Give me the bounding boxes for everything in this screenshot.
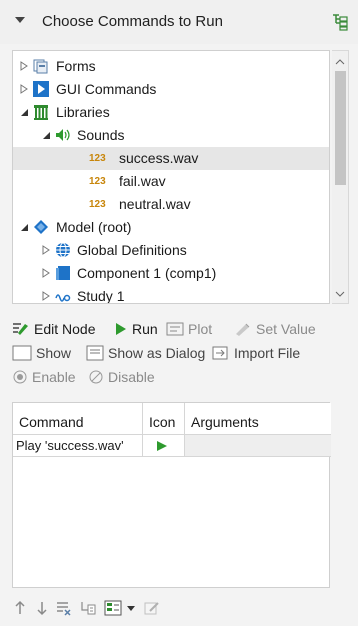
edit-node-icon: [13, 323, 28, 335]
disable-icon: [89, 370, 103, 384]
tree-item-label: GUI Commands: [56, 81, 157, 97]
forms-icon: [33, 59, 48, 74]
tree-item-label: Sounds: [77, 127, 125, 143]
command-tree[interactable]: Forms GUI Commands Libraries Sounds 123 …: [12, 50, 330, 304]
tree-item-label: Study 1: [77, 288, 125, 304]
tree-item-label: Component 1 (comp1): [77, 265, 217, 281]
show-as-dialog-label: Show as Dialog: [108, 345, 206, 361]
scroll-down-icon[interactable]: [335, 289, 345, 299]
disable-label: Disable: [108, 369, 155, 385]
enable-label: Enable: [32, 369, 76, 385]
tree-item-libraries[interactable]: Libraries: [13, 101, 329, 124]
expand-arrow-icon[interactable]: [41, 291, 51, 301]
scroll-thumb[interactable]: [335, 71, 346, 185]
tree-item-label: Forms: [56, 58, 96, 74]
collapse-arrow-icon[interactable]: [19, 107, 29, 117]
delete-rows-icon[interactable]: [56, 600, 72, 616]
tree-item-component-1[interactable]: Component 1 (comp1): [13, 262, 329, 285]
show-label: Show: [36, 345, 72, 361]
set-value-icon: [236, 323, 250, 336]
speaker-icon: [56, 129, 70, 141]
commands-table[interactable]: Command Icon Arguments Play 'success.wav…: [12, 402, 331, 588]
collapse-arrow-icon[interactable]: [19, 222, 29, 232]
set-value-label: Set Value: [256, 321, 316, 337]
enable-button[interactable]: Enable: [12, 366, 76, 388]
tree-item-label: Libraries: [56, 104, 110, 120]
expand-arrow-icon[interactable]: [19, 61, 29, 71]
collapse-caret-icon[interactable]: [14, 14, 26, 26]
number-badge-icon: 123: [89, 199, 106, 210]
collapse-arrow-icon[interactable]: [41, 130, 51, 140]
tree-item-label: Model (root): [56, 219, 132, 235]
run-label: Run: [132, 321, 158, 337]
command-tree-icon[interactable]: [331, 13, 349, 31]
number-badge-icon: 123: [89, 176, 106, 187]
table-cell-command[interactable]: Play 'success.wav': [13, 435, 143, 457]
tree-item-label: fail.wav: [119, 173, 166, 189]
play-icon: [116, 323, 126, 335]
gui-commands-icon: [33, 81, 49, 97]
table-toolbar: [12, 598, 252, 620]
expand-arrow-icon[interactable]: [41, 245, 51, 255]
tree-item-label: Global Definitions: [77, 242, 187, 258]
import-file-button[interactable]: Import File: [212, 342, 300, 364]
globe-icon: [56, 242, 70, 258]
dropdown-arrow-icon[interactable]: [126, 600, 136, 616]
tree-scrollbar[interactable]: [332, 50, 349, 304]
show-as-dialog-button[interactable]: Show as Dialog: [86, 342, 205, 364]
move-up-icon[interactable]: [12, 600, 28, 616]
edit-node-label: Edit Node: [34, 321, 96, 337]
import-file-icon: [212, 346, 228, 360]
study-icon: [55, 294, 71, 302]
run-button[interactable]: Run: [114, 318, 158, 340]
expand-arrow-icon[interactable]: [41, 268, 51, 278]
section-header[interactable]: Choose Commands to Run: [0, 0, 358, 44]
disable-button[interactable]: Disable: [88, 366, 155, 388]
section-title: Choose Commands to Run: [42, 13, 223, 30]
tree-item-label: success.wav: [119, 150, 199, 166]
column-header-command[interactable]: Command: [13, 403, 143, 435]
model-root-icon: [34, 220, 48, 234]
dialog-icon: [86, 345, 104, 361]
plot-label: Plot: [188, 321, 213, 337]
insert-row-icon[interactable]: [80, 600, 96, 616]
command-toolbar: Edit Node Run Plot Set Value Show Show a…: [12, 318, 352, 385]
tree-item-neutral-wav[interactable]: 123 neutral.wav: [13, 193, 329, 216]
libraries-icon: [34, 105, 48, 120]
table-cell-arguments[interactable]: [185, 435, 331, 457]
expand-arrow-icon[interactable]: [19, 84, 29, 94]
tree-item-fail-wav[interactable]: 123 fail.wav: [13, 170, 329, 193]
plot-button[interactable]: Plot: [166, 318, 212, 340]
play-icon: [157, 441, 167, 451]
plot-icon: [166, 322, 184, 336]
scroll-up-icon[interactable]: [335, 57, 345, 67]
tree-item-sounds[interactable]: Sounds: [13, 124, 329, 147]
tree-item-label: neutral.wav: [119, 196, 191, 212]
column-header-icon[interactable]: Icon: [143, 403, 185, 435]
tree-item-model-root[interactable]: Model (root): [13, 216, 329, 239]
import-file-label: Import File: [234, 345, 301, 361]
enable-icon: [13, 370, 27, 384]
column-header-arguments[interactable]: Arguments: [185, 403, 331, 435]
tree-item-forms[interactable]: Forms: [13, 55, 329, 78]
show-icon: [12, 345, 32, 361]
table-cell-icon[interactable]: [143, 435, 185, 457]
tree-item-success-wav[interactable]: 123 success.wav: [13, 147, 329, 170]
move-down-icon[interactable]: [34, 600, 50, 616]
add-command-icon[interactable]: [104, 600, 122, 616]
edit-disabled-icon[interactable]: [144, 600, 160, 616]
tree-item-global-definitions[interactable]: Global Definitions: [13, 239, 329, 262]
tree-item-study-1[interactable]: Study 1: [13, 285, 329, 304]
tree-item-gui-commands[interactable]: GUI Commands: [13, 78, 329, 101]
edit-node-button[interactable]: Edit Node: [12, 318, 95, 340]
set-value-button[interactable]: Set Value: [234, 318, 316, 340]
component-icon: [56, 266, 70, 280]
show-button[interactable]: Show: [12, 342, 71, 364]
number-badge-icon: 123: [89, 153, 106, 164]
